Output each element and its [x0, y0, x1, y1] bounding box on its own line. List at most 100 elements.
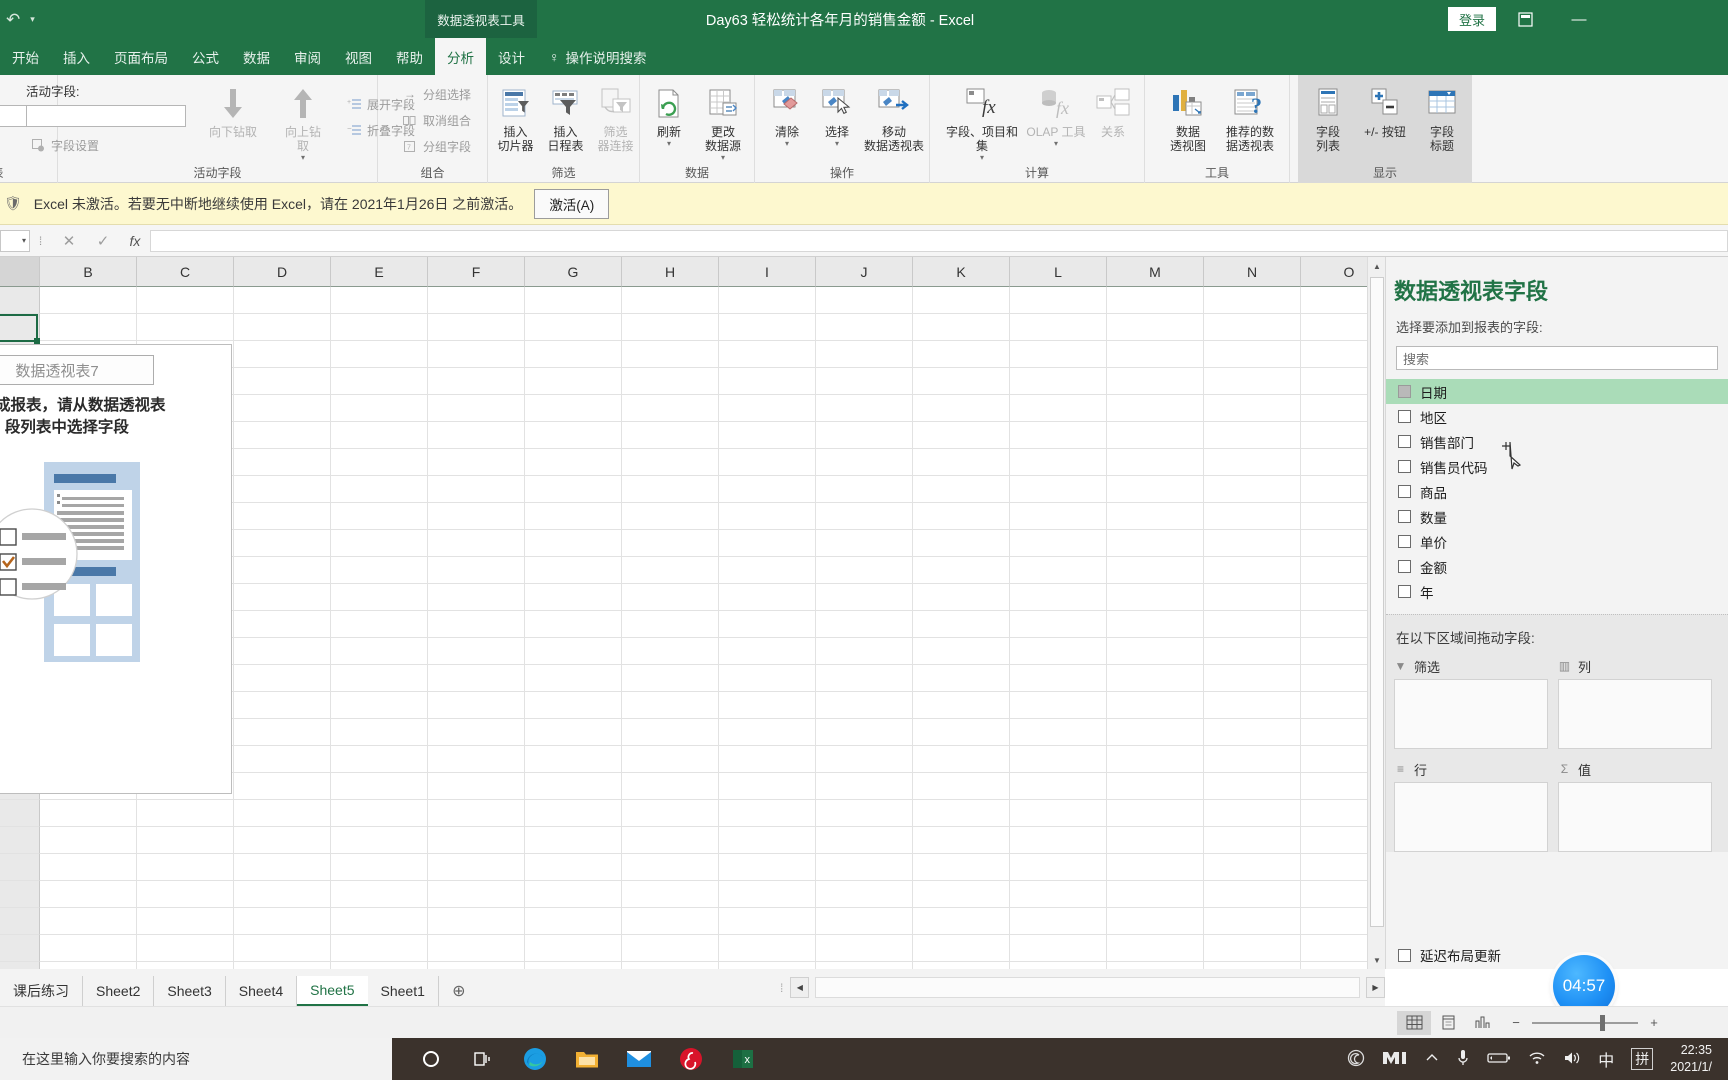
grid-cell[interactable]: [1107, 422, 1204, 449]
grid-cell[interactable]: [913, 476, 1010, 503]
system-tray[interactable]: 中 拼 22:35 2021/1/: [1347, 1042, 1728, 1076]
field-checkbox[interactable]: [1398, 435, 1411, 448]
add-sheet-button[interactable]: ⊕: [439, 976, 479, 1006]
grid-cell[interactable]: [1204, 773, 1301, 800]
field-item-shangpin[interactable]: 商品: [1386, 479, 1728, 504]
grid-cell[interactable]: [428, 827, 525, 854]
field-item-danjia[interactable]: 单价: [1386, 529, 1728, 554]
grid-cell[interactable]: [40, 908, 137, 935]
grid-cell[interactable]: [913, 935, 1010, 962]
grid-cell[interactable]: [913, 800, 1010, 827]
grid-cell[interactable]: [1204, 584, 1301, 611]
grid-cell[interactable]: [719, 368, 816, 395]
grid-cell[interactable]: [1010, 476, 1107, 503]
page-layout-view-icon[interactable]: [1431, 1011, 1465, 1035]
grid-row[interactable]: [0, 908, 1385, 935]
sheet-tab-sheet2[interactable]: Sheet2: [83, 976, 155, 1006]
grid-cell[interactable]: [525, 314, 622, 341]
grid-cell[interactable]: [428, 773, 525, 800]
grid-cell[interactable]: [331, 557, 428, 584]
ribbon-tab-gongshi[interactable]: 公式: [180, 38, 231, 75]
grid-cell[interactable]: [525, 368, 622, 395]
grid-row[interactable]: [0, 935, 1385, 962]
ribbon-tab-kaishi[interactable]: 开始: [0, 38, 51, 75]
grid-cell[interactable]: [913, 449, 1010, 476]
grid-cell[interactable]: [1107, 692, 1204, 719]
grid-cell[interactable]: [816, 962, 913, 969]
grid-cell[interactable]: [816, 395, 913, 422]
grid-cell[interactable]: [525, 935, 622, 962]
pivottable-placeholder[interactable]: 数据透视表7 若要生成报表，请从数据透视表字 段列表中选择字段: [0, 344, 232, 794]
grid-cell[interactable]: [234, 719, 331, 746]
grid-cell[interactable]: [525, 638, 622, 665]
field-item-riqi[interactable]: 日期: [1386, 379, 1728, 404]
file-explorer-icon[interactable]: [572, 1044, 602, 1074]
grid-row[interactable]: [0, 800, 1385, 827]
tell-me-search[interactable]: ♀ 操作说明搜索: [537, 38, 659, 75]
grid-cell[interactable]: [816, 611, 913, 638]
grid-cell[interactable]: [525, 773, 622, 800]
grid-cell[interactable]: [331, 314, 428, 341]
grid-cell[interactable]: [1204, 314, 1301, 341]
row-header-cell[interactable]: [0, 908, 40, 935]
insert-timeline-button[interactable]: 插入 日程表: [541, 81, 591, 153]
grid-cell[interactable]: [913, 746, 1010, 773]
grid-cell[interactable]: [525, 719, 622, 746]
grid-row[interactable]: [0, 314, 1385, 341]
grid-cell[interactable]: [1204, 449, 1301, 476]
grid-cell[interactable]: [622, 422, 719, 449]
grid-cell[interactable]: [622, 908, 719, 935]
grid-cell[interactable]: [428, 611, 525, 638]
horizontal-scroll-track[interactable]: [815, 977, 1360, 998]
cortana-icon[interactable]: [416, 1044, 446, 1074]
grid-cell[interactable]: [234, 962, 331, 969]
grid-cell[interactable]: [428, 422, 525, 449]
grid-cell[interactable]: [913, 962, 1010, 969]
grid-cell[interactable]: [525, 962, 622, 969]
grid-cell[interactable]: [331, 827, 428, 854]
grid-cell[interactable]: [428, 368, 525, 395]
grid-cell[interactable]: [1204, 611, 1301, 638]
grid-cell[interactable]: [719, 395, 816, 422]
grid-cell[interactable]: [428, 854, 525, 881]
grid-cell[interactable]: [137, 854, 234, 881]
column-header-e[interactable]: E: [331, 257, 428, 287]
grid-cell[interactable]: [428, 692, 525, 719]
grid-cell[interactable]: [816, 773, 913, 800]
edge-icon[interactable]: [520, 1044, 550, 1074]
grid-cell[interactable]: [719, 800, 816, 827]
grid-cell[interactable]: [525, 395, 622, 422]
grid-cell[interactable]: [719, 692, 816, 719]
ribbon-tab-bangzhu[interactable]: 帮助: [384, 38, 435, 75]
grid-cell[interactable]: [331, 368, 428, 395]
grid-cell[interactable]: [137, 827, 234, 854]
group-selection-button[interactable]: → 分组选择: [398, 81, 475, 107]
olap-tools-button[interactable]: fx OLAP 工具 ▾: [1025, 81, 1087, 149]
row-header-cell[interactable]: [0, 962, 40, 969]
grid-row[interactable]: [0, 827, 1385, 854]
grid-cell[interactable]: [913, 368, 1010, 395]
name-box[interactable]: ▾: [0, 229, 30, 252]
grid-cell[interactable]: [234, 665, 331, 692]
microphone-icon[interactable]: [1456, 1049, 1470, 1070]
field-item-jine[interactable]: 金额: [1386, 554, 1728, 579]
ribbon-tab-fenxi[interactable]: 分析: [435, 38, 486, 75]
grid-cell[interactable]: [1010, 908, 1107, 935]
row-header-cell[interactable]: [0, 827, 40, 854]
grid-cell[interactable]: [331, 341, 428, 368]
grid-cell[interactable]: [719, 530, 816, 557]
grid-cell[interactable]: [1010, 584, 1107, 611]
grid-cell[interactable]: [1204, 638, 1301, 665]
grid-cell[interactable]: [331, 584, 428, 611]
grid-cell[interactable]: [1010, 611, 1107, 638]
ribbon-tab-shitu[interactable]: 视图: [333, 38, 384, 75]
worksheet-grid[interactable]: B C D E F G H I J K L M N O 数据透视表7 若要生成报…: [0, 257, 1385, 969]
grid-cell[interactable]: [622, 287, 719, 314]
column-header-b[interactable]: B: [40, 257, 137, 287]
grid-cell[interactable]: [1204, 746, 1301, 773]
grid-cell[interactable]: [913, 773, 1010, 800]
rows-drop-zone[interactable]: [1394, 782, 1548, 852]
row-header-cell[interactable]: [0, 935, 40, 962]
grid-cell[interactable]: [1204, 476, 1301, 503]
grid-cell[interactable]: [719, 503, 816, 530]
